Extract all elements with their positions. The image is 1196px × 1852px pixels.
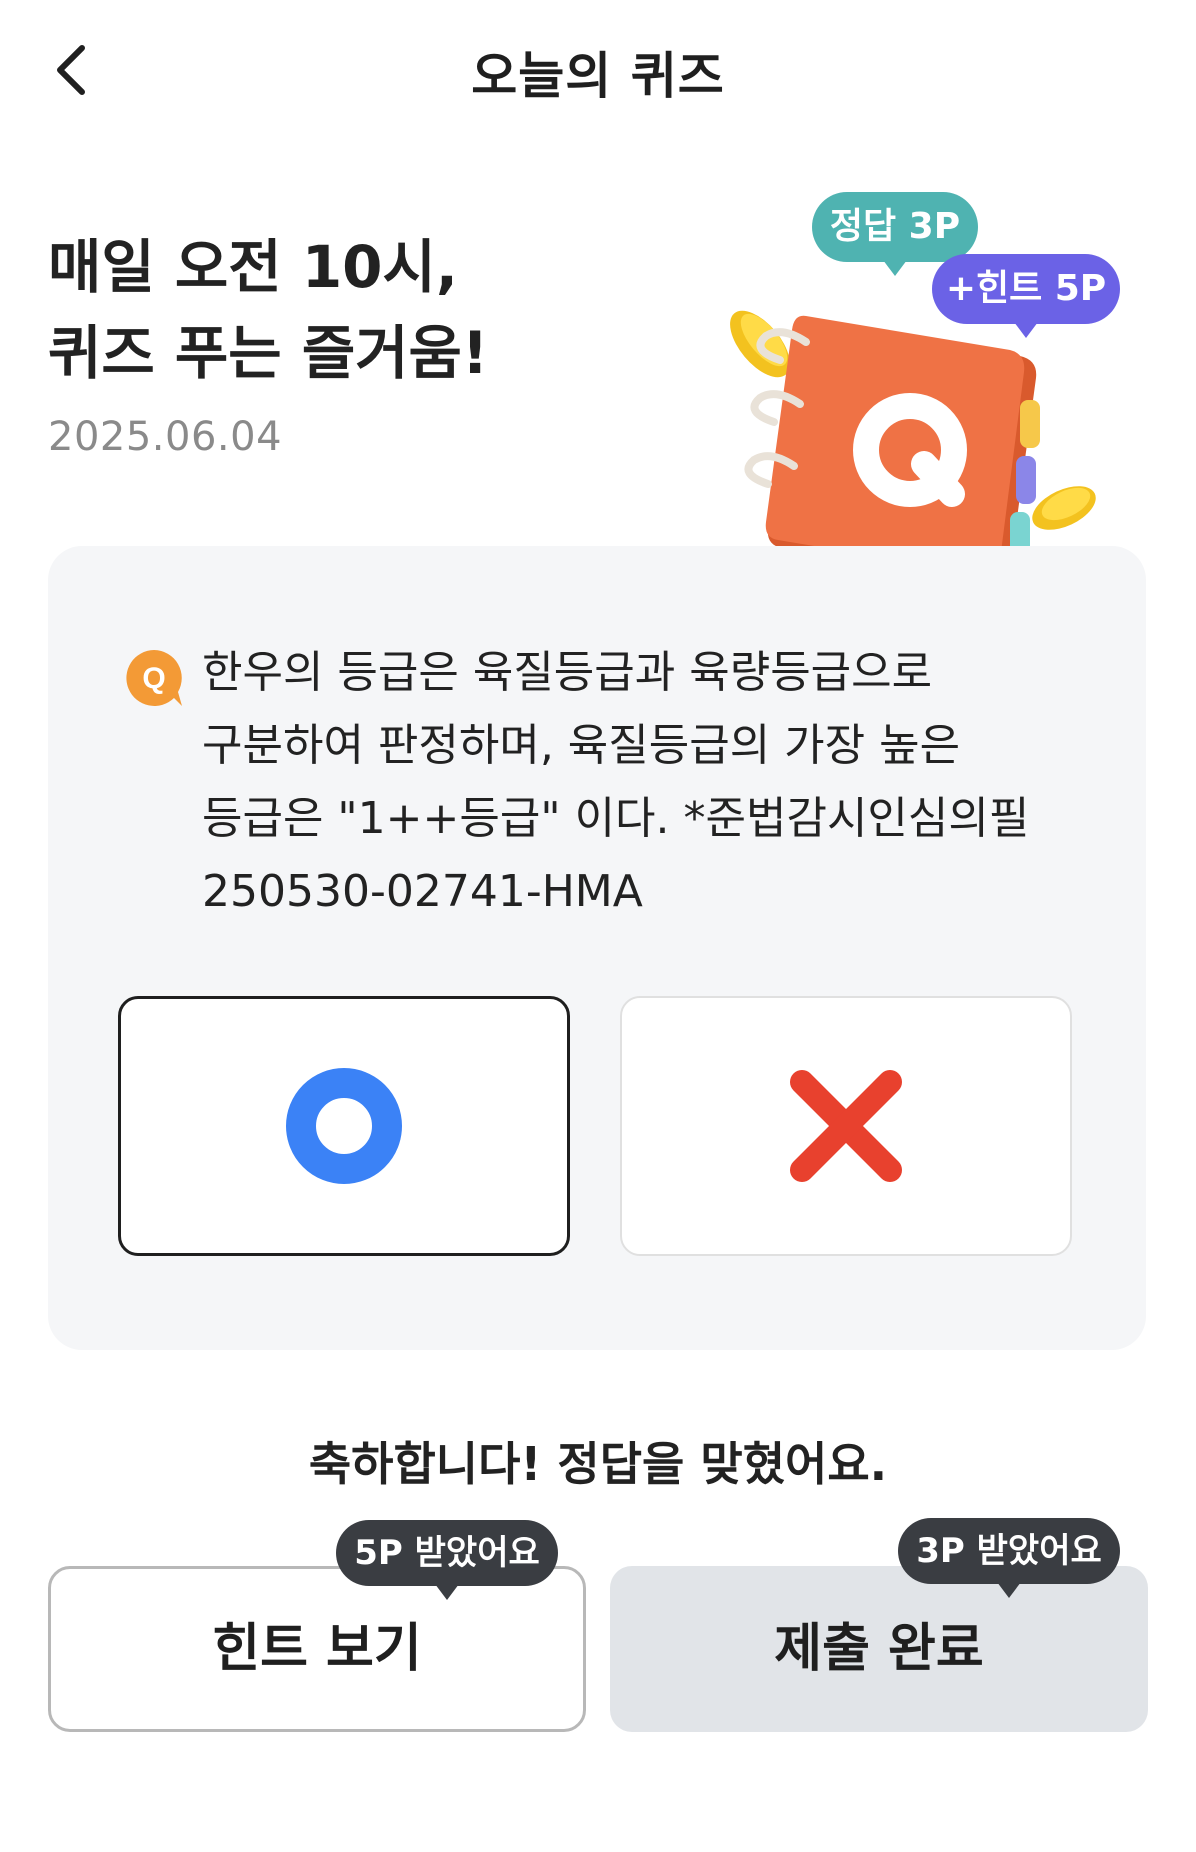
answer-x-button[interactable] (620, 996, 1072, 1256)
question-text: 한우의 등급은 육질등급과 육량등급으로 구분하여 판정하며, 육질등급의 가장… (202, 647, 1030, 917)
question-badge-letter: Q (142, 662, 165, 695)
hero-title-line2: 퀴즈 푸는 즐거움! (48, 319, 489, 387)
hero-title-line1: 매일 오전 10시, (48, 233, 458, 301)
hint-points-bubble: +힌트 5P (932, 254, 1120, 338)
answer-o-button[interactable] (118, 996, 570, 1256)
page-title: 오늘의 퀴즈 (471, 47, 725, 105)
header-bar: 오늘의 퀴즈 (0, 0, 1196, 140)
cross-x-icon (790, 1070, 902, 1182)
answer-points-bubble: 정답 3P (812, 192, 978, 276)
question-badge-icon: Q (124, 648, 184, 708)
quiz-date: 2025.06.04 (48, 414, 283, 460)
view-hint-button[interactable]: 힌트 보기 (48, 1566, 586, 1732)
submit-reward-tooltip: 3P 받았어요 (898, 1518, 1120, 1598)
hero-title: 매일 오전 10시, 퀴즈 푸는 즐거움! (48, 224, 488, 396)
submit-complete-button[interactable]: 제출 완료 (610, 1566, 1148, 1732)
circle-o-icon (286, 1068, 402, 1184)
hint-reward-tooltip: 5P 받았어요 (336, 1520, 558, 1600)
result-message: 축하합니다! 정답을 맞혔어요. (308, 1437, 888, 1491)
